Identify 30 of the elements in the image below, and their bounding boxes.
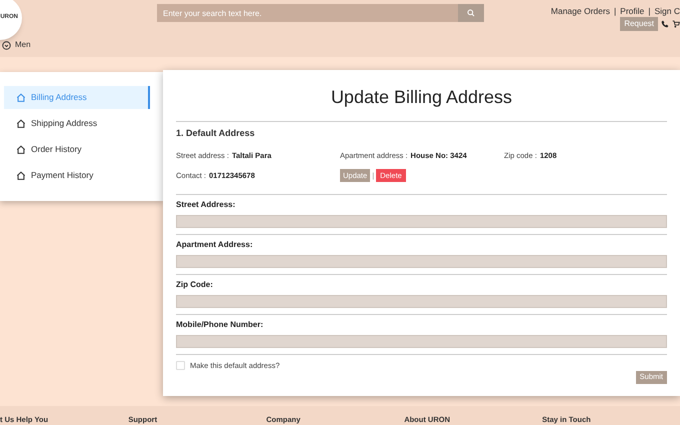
chevron-circle-icon[interactable] bbox=[2, 40, 11, 50]
sidebar-item[interactable]: Order History bbox=[4, 138, 150, 161]
nav-link[interactable]: Sign C bbox=[654, 6, 680, 17]
checkbox[interactable] bbox=[176, 361, 185, 370]
input-field[interactable] bbox=[176, 294, 667, 308]
separator-text: | bbox=[648, 6, 650, 17]
input-field[interactable] bbox=[176, 334, 667, 348]
page-title: Update Billing Address bbox=[330, 86, 514, 108]
field-label: Street Address: bbox=[176, 200, 236, 210]
nav-link[interactable]: Profile bbox=[620, 6, 644, 17]
sidebar-item[interactable]: Shipping Address bbox=[4, 112, 150, 135]
separator-text: | bbox=[614, 6, 616, 17]
search-field[interactable]: Enter your search text here. bbox=[157, 4, 458, 22]
category-link[interactable]: Men bbox=[15, 40, 31, 50]
sidebar-item[interactable]: Payment History bbox=[4, 164, 150, 187]
field-label: Apartment Address: bbox=[176, 240, 254, 250]
field-label: Mobile/Phone Number: bbox=[176, 320, 264, 330]
phone-icon[interactable] bbox=[661, 20, 669, 28]
home-icon bbox=[16, 170, 26, 180]
home-icon bbox=[16, 92, 26, 102]
cart-icon[interactable] bbox=[672, 20, 680, 28]
section-heading: 1. Default Address bbox=[176, 128, 256, 139]
input-field[interactable] bbox=[176, 214, 667, 228]
nav-link[interactable]: Manage Orders bbox=[550, 6, 610, 17]
home-icon bbox=[16, 144, 26, 154]
input-field[interactable] bbox=[176, 254, 667, 268]
field-label: Zip Code: bbox=[176, 280, 214, 290]
search-icon bbox=[467, 9, 475, 17]
home-icon bbox=[16, 118, 26, 128]
search-button[interactable] bbox=[458, 4, 484, 22]
